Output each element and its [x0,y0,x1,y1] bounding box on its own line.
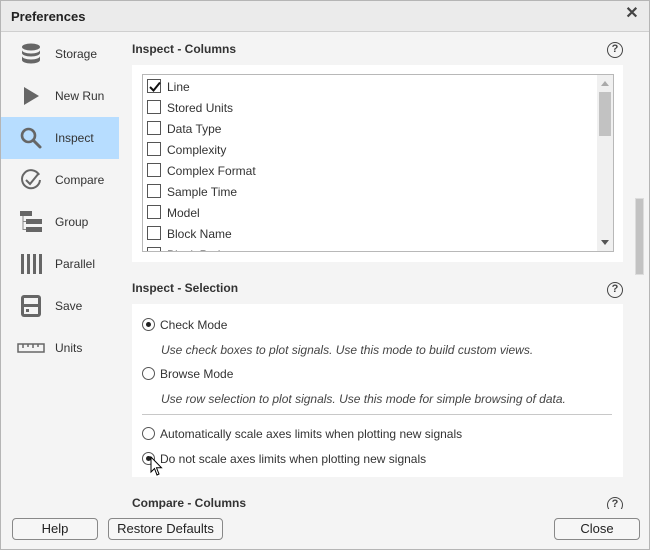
sidebar-item-new-run[interactable]: New Run [1,75,119,117]
divider [142,414,612,415]
group-tree-icon [20,211,42,232]
column-label: Data Type [167,122,222,136]
preferences-dialog: Preferences ✕ Storage New Run Inspect Co… [0,0,650,550]
radio-button[interactable] [142,427,155,440]
play-icon [24,87,39,105]
sidebar-item-label: Storage [55,47,98,61]
sidebar-item-save[interactable]: Save [1,285,119,327]
column-label: Stored Units [167,101,234,115]
column-label: Block Name [167,227,232,241]
column-label: Complex Format [167,164,256,178]
radio-label: Do not scale axes limits when plotting n… [160,452,427,466]
browse-mode-description: Use row selection to plot signals. Use t… [161,392,566,406]
radio-button-selected[interactable] [142,452,155,465]
section-title-inspect-selection: Inspect - Selection [132,281,239,295]
radio-button-selected[interactable] [142,318,155,331]
content-scrollbar-thumb[interactable] [635,198,644,275]
radio-label: Check Mode [160,318,228,332]
help-button[interactable]: Help [12,518,98,540]
sidebar-item-label: Group [55,215,89,229]
close-icon[interactable]: ✕ [625,6,639,22]
restore-defaults-button[interactable]: Restore Defaults [108,518,223,540]
sidebar-item-inspect[interactable]: Inspect [1,117,119,159]
sidebar: Storage New Run Inspect Compare Group Pa… [1,33,119,503]
checkbox[interactable] [147,226,161,240]
sidebar-item-units[interactable]: Units [1,327,119,369]
sidebar-item-label: Parallel [55,257,96,271]
checkbox[interactable] [147,205,161,219]
column-label: Sample Time [167,185,238,199]
help-icon[interactable]: ? [607,497,623,509]
ruler-icon [17,343,45,353]
sidebar-item-label: Compare [55,173,105,187]
checkbox[interactable] [147,247,161,251]
help-icon[interactable]: ? [607,282,623,298]
section-title-inspect-columns: Inspect - Columns [132,42,237,56]
inspect-selection-panel: Check Mode Use check boxes to plot signa… [132,304,623,477]
column-label: Model [167,206,200,220]
radio-button[interactable] [142,367,155,380]
check-mode-description: Use check boxes to plot signals. Use thi… [161,343,534,357]
inspect-columns-panel: Line Stored Units Data Type Complexity C… [132,65,623,262]
sidebar-item-label: Inspect [55,131,94,145]
sidebar-item-group[interactable]: Group [1,201,119,243]
sidebar-item-label: New Run [55,89,105,103]
scroll-up-arrow-icon[interactable] [601,81,609,86]
sidebar-item-label: Units [55,341,83,355]
radio-label: Browse Mode [160,367,234,381]
sidebar-item-parallel[interactable]: Parallel [1,243,119,285]
sidebar-item-storage[interactable]: Storage [1,33,119,75]
checkbox[interactable] [147,184,161,198]
section-title-compare-columns: Compare - Columns [132,496,247,509]
column-label: Complexity [167,143,227,157]
scroll-down-arrow-icon[interactable] [601,240,609,245]
column-label: Block Path [167,248,224,251]
checkbox[interactable] [147,163,161,177]
dialog-title: Preferences [11,9,86,24]
sidebar-item-label: Save [55,299,83,313]
save-disk-icon [21,295,41,317]
checkbox[interactable] [147,121,161,135]
parallel-bars-icon [21,254,42,274]
radio-label: Automatically scale axes limits when plo… [160,427,463,441]
column-label: Line [167,80,190,94]
settings-content: Inspect - Columns ? Line Stored Units Da… [121,33,631,509]
checkmark-icon [149,81,161,92]
list-scrollbar[interactable] [597,75,613,251]
database-icon [22,43,40,64]
checkbox-checked[interactable] [147,79,161,93]
columns-listbox[interactable]: Line Stored Units Data Type Complexity C… [142,74,614,252]
help-icon[interactable]: ? [607,42,623,58]
title-bar: Preferences ✕ [1,1,649,32]
checkbox[interactable] [147,100,161,114]
checkbox[interactable] [147,142,161,156]
search-icon [20,127,42,149]
close-button[interactable]: Close [554,518,640,540]
check-circle-icon [21,169,41,190]
scrollbar-thumb[interactable] [599,92,611,136]
sidebar-item-compare[interactable]: Compare [1,159,119,201]
